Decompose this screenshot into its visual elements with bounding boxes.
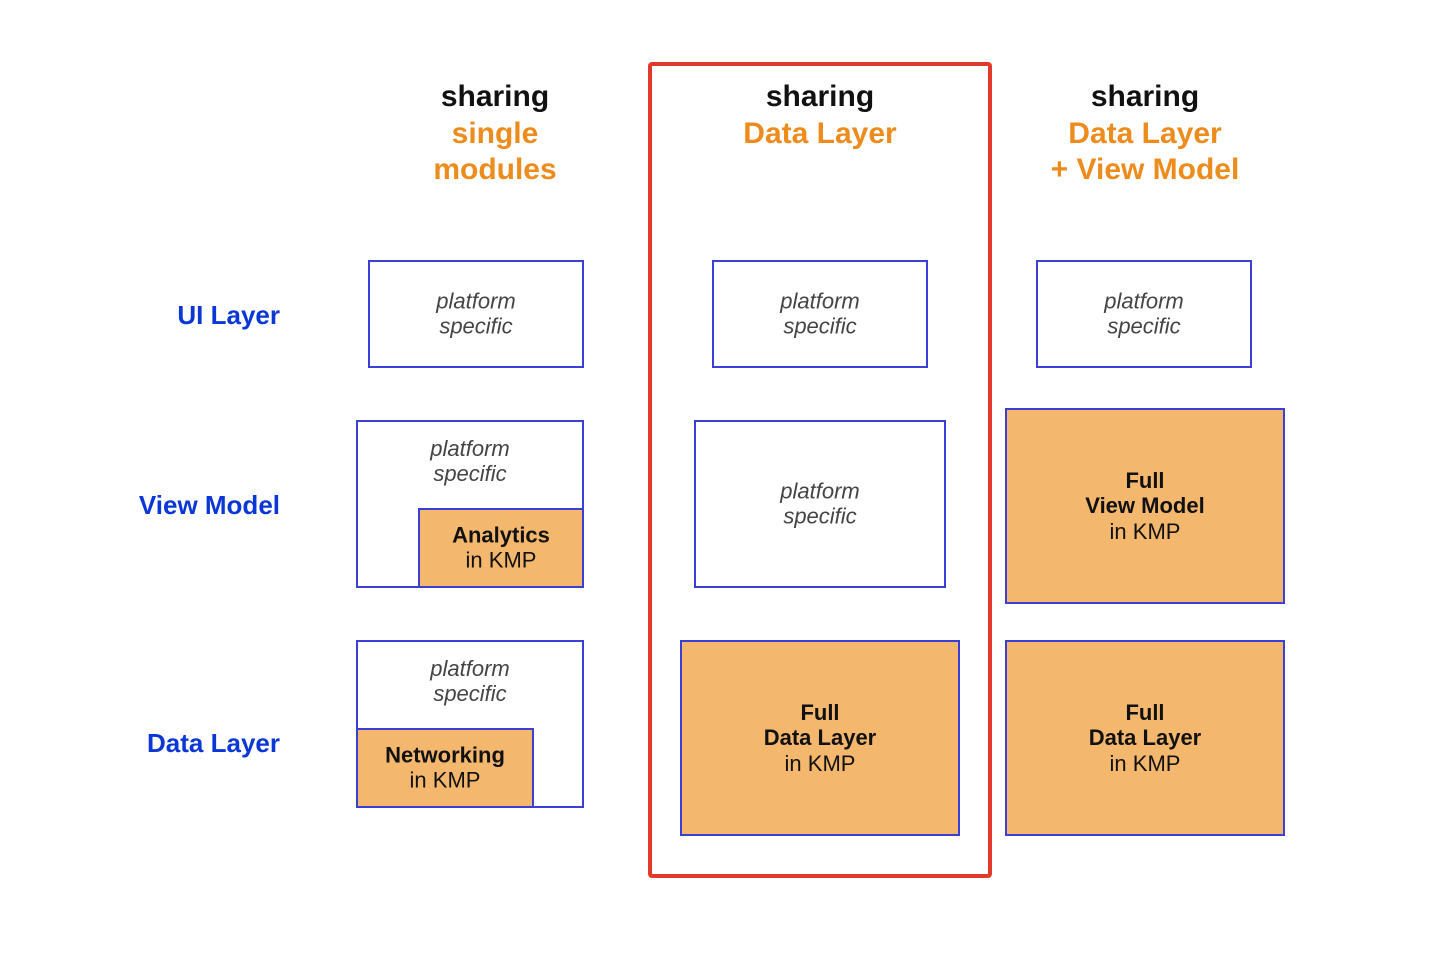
row-label-vm: View Model bbox=[0, 490, 320, 521]
c1-ui-specific: specific bbox=[370, 314, 582, 339]
row-label-ui: UI Layer bbox=[0, 300, 320, 331]
col1-sub2: modules bbox=[355, 153, 635, 188]
c1-vm-analytics-box: Analytics in KMP bbox=[418, 508, 584, 588]
c1-dl-platform: platform bbox=[358, 656, 582, 681]
c1-dl-networking: Networking bbox=[358, 743, 532, 768]
row-label-dl: Data Layer bbox=[0, 728, 320, 759]
c1-dl-inkmp: in KMP bbox=[358, 768, 532, 793]
c2-ui-platform: platform bbox=[714, 289, 926, 314]
col3-header: sharing Data Layer + View Model bbox=[1005, 80, 1285, 188]
c2-ui-specific: specific bbox=[714, 314, 926, 339]
c1-ui-platform: platform bbox=[370, 289, 582, 314]
c1-dl-networking-box: Networking in KMP bbox=[356, 728, 534, 808]
c3-dl-full: Full bbox=[1007, 700, 1283, 725]
c2-dl-box: Full Data Layer in KMP bbox=[680, 640, 960, 836]
c1-vm-specific: specific bbox=[358, 461, 582, 486]
c3-ui-box: platform specific bbox=[1036, 260, 1252, 368]
diagram-stage: UI Layer View Model Data Layer sharing s… bbox=[0, 0, 1442, 972]
c1-ui-box: platform specific bbox=[368, 260, 584, 368]
c3-vm-viewmodel: View Model bbox=[1007, 493, 1283, 518]
col3-sub2: + View Model bbox=[1005, 153, 1285, 188]
c2-vm-box: platform specific bbox=[694, 420, 946, 588]
col3-sub1: Data Layer bbox=[1005, 117, 1285, 152]
c1-vm-box: platform specific Analytics in KMP bbox=[356, 420, 584, 588]
c3-ui-specific: specific bbox=[1038, 314, 1250, 339]
c3-vm-inkmp: in KMP bbox=[1007, 519, 1283, 544]
c2-vm-specific: specific bbox=[696, 504, 944, 529]
c3-vm-full: Full bbox=[1007, 468, 1283, 493]
c3-ui-platform: platform bbox=[1038, 289, 1250, 314]
col1-sharing: sharing bbox=[355, 80, 635, 115]
col1-sub1: single bbox=[355, 117, 635, 152]
c3-vm-box: Full View Model in KMP bbox=[1005, 408, 1285, 604]
c1-dl-specific: specific bbox=[358, 681, 582, 706]
c1-vm-analytics: Analytics bbox=[420, 523, 582, 548]
col3-sharing: sharing bbox=[1005, 80, 1285, 115]
c2-vm-platform: platform bbox=[696, 479, 944, 504]
c3-dl-box: Full Data Layer in KMP bbox=[1005, 640, 1285, 836]
c2-ui-box: platform specific bbox=[712, 260, 928, 368]
col1-header: sharing single modules bbox=[355, 80, 635, 188]
c2-dl-full: Full bbox=[682, 700, 958, 725]
c3-dl-datalayer: Data Layer bbox=[1007, 725, 1283, 750]
c2-dl-inkmp: in KMP bbox=[682, 751, 958, 776]
c2-dl-datalayer: Data Layer bbox=[682, 725, 958, 750]
c1-dl-box: platform specific Networking in KMP bbox=[356, 640, 584, 808]
c3-dl-inkmp: in KMP bbox=[1007, 751, 1283, 776]
c1-vm-inkmp: in KMP bbox=[420, 548, 582, 573]
c1-vm-platform: platform bbox=[358, 436, 582, 461]
